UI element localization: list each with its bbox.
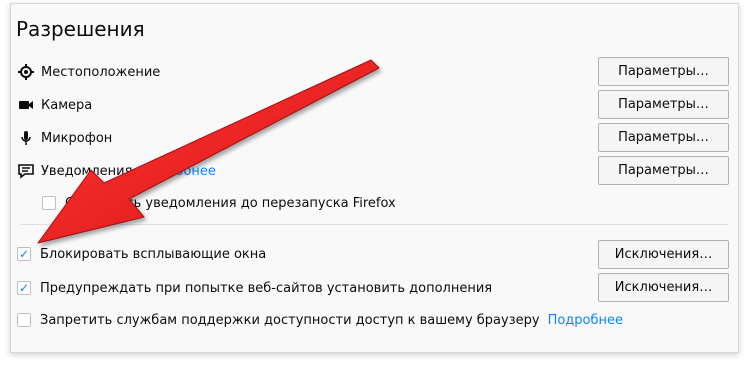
- block-popups-row: ✓ Блокировать всплывающие окна: [17, 244, 266, 264]
- camera-settings-button[interactable]: Параметры…: [598, 90, 729, 119]
- section-title: Разрешения: [16, 17, 145, 41]
- location-icon: [17, 63, 35, 81]
- camera-label: Камера: [41, 97, 93, 113]
- microphone-icon: [17, 129, 35, 147]
- pause-notifications-row: Отключить уведомления до перезапуска Fir…: [42, 193, 396, 213]
- permission-row-notifications: Уведомления Подробнее: [17, 161, 216, 181]
- notifications-settings-button[interactable]: Параметры…: [598, 156, 729, 185]
- warn-addons-label: Предупреждать при попытке веб-сайтов уст…: [40, 280, 493, 296]
- separator: [20, 224, 728, 225]
- permission-row-camera: Камера: [17, 95, 92, 115]
- location-settings-button[interactable]: Параметры…: [598, 57, 729, 86]
- notifications-learn-more-link[interactable]: Подробнее: [140, 164, 215, 179]
- permission-row-location: Местоположение: [17, 62, 160, 82]
- block-popups-checkbox[interactable]: ✓: [17, 247, 31, 261]
- block-popups-label: Блокировать всплывающие окна: [40, 246, 267, 262]
- microphone-settings-button[interactable]: Параметры…: [598, 123, 729, 152]
- location-label: Местоположение: [41, 64, 161, 80]
- addon-exceptions-button[interactable]: Исключения…: [598, 273, 729, 302]
- pause-notifications-label: Отключить уведомления до перезапуска Fir…: [65, 195, 396, 211]
- accessibility-learn-more-link[interactable]: Подробнее: [548, 313, 623, 328]
- accessibility-row: Запретить службам поддержки доступности …: [17, 310, 623, 330]
- accessibility-checkbox[interactable]: [17, 313, 31, 327]
- notifications-icon: [17, 162, 35, 180]
- pause-notifications-checkbox[interactable]: [42, 196, 56, 210]
- permission-row-microphone: Микрофон: [17, 128, 112, 148]
- warn-addons-checkbox[interactable]: ✓: [17, 281, 31, 295]
- warn-addons-row: ✓ Предупреждать при попытке веб-сайтов у…: [17, 278, 492, 298]
- notifications-label: Уведомления: [41, 163, 133, 179]
- accessibility-label: Запретить службам поддержки доступности …: [40, 312, 540, 328]
- microphone-label: Микрофон: [41, 130, 113, 146]
- popup-exceptions-button[interactable]: Исключения…: [598, 240, 729, 269]
- camera-icon: [17, 96, 35, 114]
